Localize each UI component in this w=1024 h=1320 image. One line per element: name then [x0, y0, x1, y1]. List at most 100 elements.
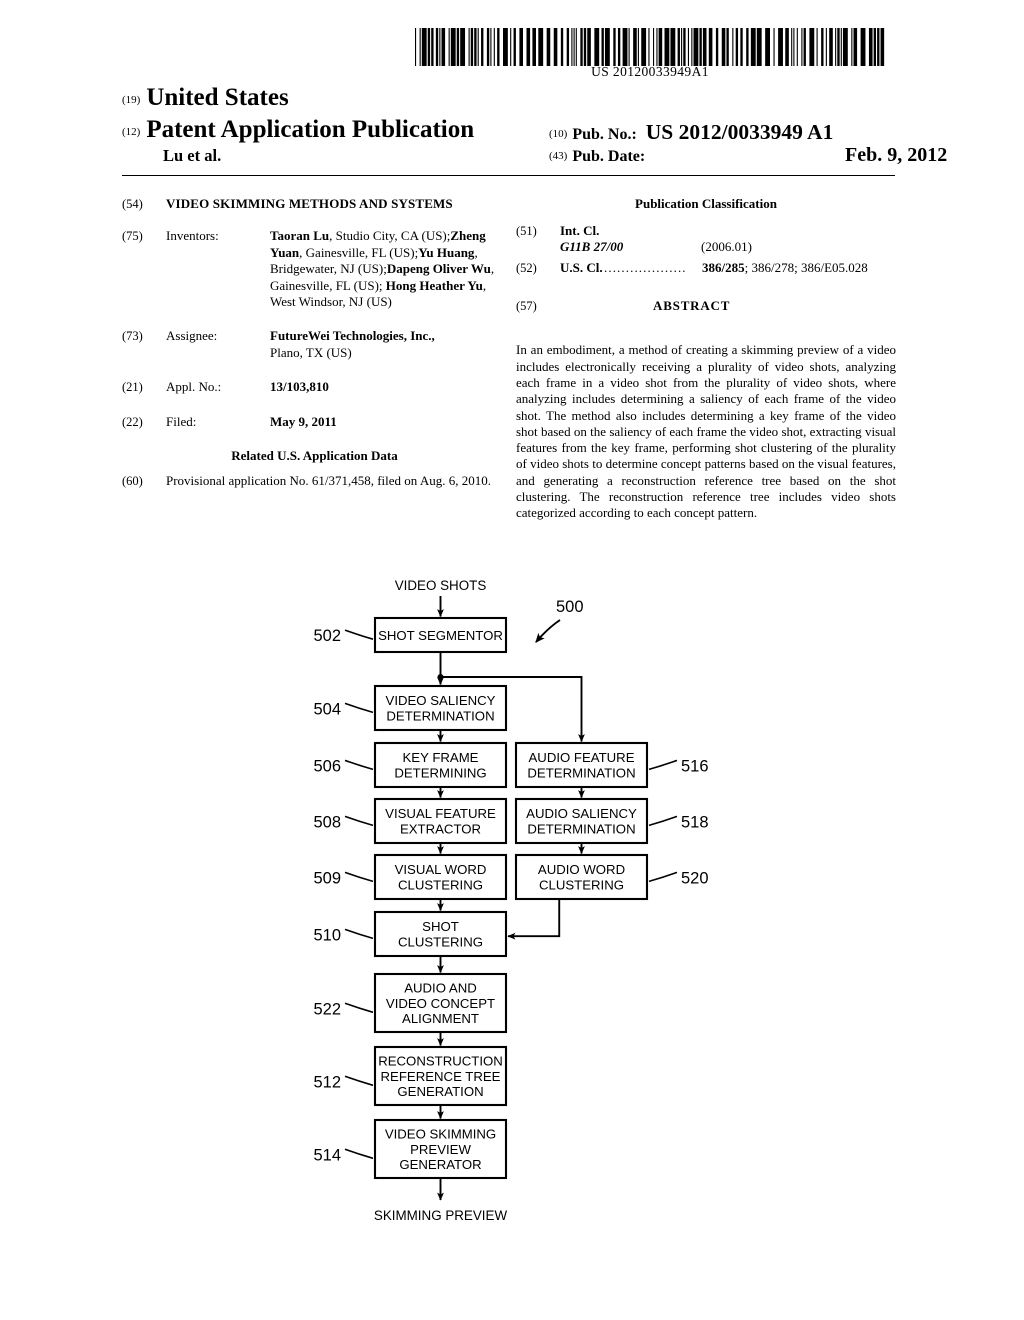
leader-line-502 [344, 629, 374, 640]
doctype-name: Patent Application Publication [146, 116, 475, 143]
bibliographic-left-column: (54) VIDEO SKIMMING METHODS AND SYSTEMS … [122, 196, 497, 502]
flowchart-box-label: VIDEO SKIMMING [385, 1127, 496, 1142]
flowchart-box-label: VISUAL WORD [395, 862, 487, 877]
flowchart-box-522: AUDIO ANDVIDEO CONCEPTALIGNMENT [373, 972, 508, 1034]
us-cl-rest: ; 386/278; 386/E05.028 [744, 260, 868, 276]
us-cl-primary: 386/285 [702, 260, 745, 276]
flowchart-box-514: VIDEO SKIMMINGPREVIEWGENERATOR [373, 1118, 508, 1180]
bibliographic-right-column: Publication Classification (51) Int. Cl.… [516, 196, 896, 522]
inventor-location: , Studio City, CA (US); [329, 228, 451, 244]
int-cl-label: Int. Cl. [560, 223, 600, 239]
us-cl-row: (52) U.S. Cl. ................... 386/28… [516, 260, 896, 278]
inventor-name: Yu Huang [418, 244, 475, 260]
flowchart-box-label: KEY FRAME [403, 750, 479, 765]
inventors-list: Taoran Lu, Studio City, CA (US);Zheng Yu… [270, 228, 497, 310]
leader-line-509 [344, 871, 374, 883]
title-tag: (54) [122, 197, 143, 211]
figure-input-label: VIDEO SHOTS [395, 578, 487, 593]
inventor-location: , Gainesville, FL (US); [299, 244, 419, 260]
filed-tag: (22) [122, 414, 143, 429]
figure-output-label: SKIMMING PREVIEW [374, 1208, 508, 1223]
related-data-heading: Related U.S. Application Data [231, 448, 398, 464]
document-header: (19) United States (12) Patent Application… [0, 84, 1024, 170]
reference-numeral-506: 506 [313, 757, 341, 775]
leader-line-512 [344, 1075, 374, 1087]
doctype-line: (12) Patent Application Publication [122, 116, 474, 144]
reference-numeral-509: 509 [313, 869, 341, 887]
inventors-row: (75) Inventors: Taoran Lu, Studio City, … [122, 228, 497, 310]
reference-numeral-518: 518 [681, 813, 709, 831]
flowchart-box-label: EXTRACTOR [400, 821, 481, 836]
country-name: United States [146, 84, 289, 111]
flowchart-box-label: GENERATION [397, 1084, 483, 1099]
flowchart-box-520: AUDIO WORDCLUSTERING [514, 853, 649, 901]
inventor-name: Dapeng Oliver Wu [386, 261, 491, 277]
int-cl-code: G11B 27/00 [560, 239, 624, 255]
abstract-tag: (57) [516, 299, 537, 314]
flowchart-box-512: RECONSTRUCTIONREFERENCE TREEGENERATION [373, 1045, 508, 1107]
flowchart-box-label: CLUSTERING [539, 877, 624, 892]
reference-numeral-510: 510 [313, 926, 341, 944]
us-cl-tag: (52) [516, 261, 537, 276]
assignee-row: (73) Assignee: FutureWei Technologies, I… [122, 328, 497, 361]
publication-date-line: (43) Pub. Date: Feb. 9, 2012 [549, 144, 947, 166]
flowchart-box-label: RECONSTRUCTION [378, 1054, 503, 1069]
reference-numeral-520: 520 [681, 869, 709, 887]
assignee-label: Assignee: [166, 328, 218, 344]
leader-line-504 [344, 702, 374, 714]
int-cl-tag: (51) [516, 224, 537, 239]
reference-numeral-512: 512 [313, 1073, 341, 1091]
country-line: (19) United States [122, 84, 289, 112]
pubdate-label: Pub. Date: [572, 148, 646, 165]
appl-no-tag: (21) [122, 380, 143, 395]
abstract-text: In an embodiment, a method of creating a… [516, 342, 896, 521]
author-line: Lu et al. [163, 146, 222, 165]
figure-flowchart: SHOT SEGMENTOR VIDEO SALIENCY DETERMINATIO… [0, 570, 1024, 1240]
filed-row: (22) Filed: May 9, 2011 [122, 414, 497, 430]
assignee-location: Plano, TX (US) [270, 344, 352, 360]
pubdate-value: Feb. 9, 2012 [845, 144, 948, 166]
publication-number-line: (10) Pub. No.: US 2012/0033949 A1 [549, 120, 833, 145]
abstract-heading: ABSTRACT [653, 298, 731, 314]
leader-line-508 [344, 815, 374, 827]
inventor-name: Hong Heather Yu [385, 277, 483, 293]
flowchart-box-label: AUDIO WORD [538, 862, 625, 877]
flowchart-box-label: VISUAL FEATURE [385, 806, 496, 821]
flowchart-box-label: PREVIEW [410, 1142, 471, 1157]
leader-line-518 [648, 815, 678, 827]
doctype-tag: (12) [122, 126, 141, 138]
reference-numeral-508: 508 [313, 813, 341, 831]
flowchart-box-label: REFERENCE TREE [381, 1069, 501, 1084]
abstract-header-row: (57) ABSTRACT [516, 298, 896, 316]
flowchart-box-label: CLUSTERING [398, 934, 483, 949]
flowchart-box-label: AUDIO FEATURE [529, 750, 635, 765]
flowchart-box-label: DETERMINING [394, 765, 486, 780]
pubno-label: Pub. No.: [572, 126, 637, 143]
related-text: Provisional application No. 61/371,458, … [166, 473, 491, 489]
reference-numeral-514: 514 [313, 1146, 341, 1164]
leader-line-516 [648, 759, 678, 771]
int-cl-row: (51) Int. Cl. G11B 27/00 (2006.01) [516, 223, 896, 257]
leader-line-522 [344, 1002, 374, 1014]
country-tag: (19) [122, 94, 141, 106]
leader-line-506 [344, 759, 374, 771]
reference-numeral-504: 504 [313, 700, 341, 718]
figure-reference-numeral: 500 [556, 598, 584, 616]
flowchart-box-509: VISUAL WORDCLUSTERING [373, 853, 508, 901]
flowchart-box-508: VISUAL FEATUREEXTRACTOR [373, 797, 508, 845]
reference-numeral-516: 516 [681, 757, 709, 775]
flowchart-box-516: AUDIO FEATUREDETERMINATION [514, 741, 649, 789]
pubno-tag: (10) [549, 128, 568, 140]
appl-no-row: (21) Appl. No.: 13/103,810 [122, 379, 497, 395]
leader-line-514 [344, 1148, 374, 1160]
flowchart-box-label: ALIGNMENT [402, 1011, 479, 1026]
inventor-name: Taoran Lu [270, 228, 330, 244]
flowchart-box-label: DETERMINATION [527, 821, 635, 836]
filed-label: Filed: [166, 413, 197, 429]
appl-no-label: Appl. No.: [166, 379, 222, 395]
flowchart-box-504: VIDEO SALIENCYDETERMINATION [373, 684, 508, 732]
assignee-value: FutureWei Technologies, Inc., Plano, TX … [270, 328, 497, 361]
us-cl-leader-dots: ................... [604, 260, 687, 276]
publication-classification-heading: Publication Classification [635, 196, 777, 211]
flowchart-box-label: GENERATOR [399, 1157, 481, 1172]
